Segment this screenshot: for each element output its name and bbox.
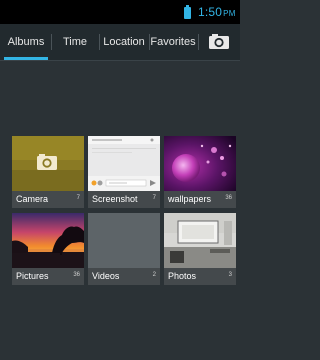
tab-divider: [198, 34, 199, 50]
album-count: 3: [228, 272, 232, 278]
album-thumbnail: [12, 213, 84, 268]
album-caption: Screenshot 7: [88, 191, 160, 208]
status-time: 1:50PM: [198, 5, 236, 19]
tab-albums[interactable]: Albums: [2, 24, 50, 60]
tab-bar: Albums Time Location Favorites: [0, 24, 240, 61]
album-wallpapers[interactable]: wallpapers 36: [164, 136, 236, 208]
album-thumbnail: [164, 136, 236, 191]
album-thumbnail: [88, 136, 160, 191]
album-name: Photos: [168, 271, 197, 281]
camera-icon: [209, 34, 229, 49]
album-count: 36: [73, 272, 80, 278]
album-count: 2: [152, 272, 156, 278]
album-videos[interactable]: Videos 2: [88, 213, 160, 285]
album-caption: Videos 2: [88, 268, 160, 285]
tab-time[interactable]: Time: [52, 24, 98, 60]
album-thumbnail: [164, 213, 236, 268]
album-count: 36: [225, 195, 232, 201]
album-photos[interactable]: Photos 3: [164, 213, 236, 285]
album-name: Camera: [16, 194, 49, 204]
album-grid: Camera 7 Screenshot 7 wallpapers 36 Pict…: [8, 136, 236, 286]
album-name: wallpapers: [168, 194, 212, 204]
tab-location[interactable]: Location: [100, 24, 148, 60]
album-pictures[interactable]: Pictures 36: [12, 213, 84, 285]
album-screenshot[interactable]: Screenshot 7: [88, 136, 160, 208]
album-count: 7: [152, 195, 156, 201]
album-thumbnail: [88, 213, 160, 268]
album-caption: Camera 7: [12, 191, 84, 208]
album-thumbnail: [12, 136, 84, 191]
status-bar: 1:50PM: [0, 0, 240, 24]
album-caption: Pictures 36: [12, 268, 84, 285]
album-count: 7: [76, 195, 80, 201]
album-caption: wallpapers 36: [164, 191, 236, 208]
camera-button[interactable]: [206, 30, 232, 54]
battery-icon: [184, 5, 191, 19]
tab-favorites[interactable]: Favorites: [149, 24, 197, 60]
album-caption: Photos 3: [164, 268, 236, 285]
album-name: Pictures: [16, 271, 49, 281]
album-name: Videos: [92, 271, 120, 281]
album-name: Screenshot: [92, 194, 138, 204]
album-camera[interactable]: Camera 7: [12, 136, 84, 208]
